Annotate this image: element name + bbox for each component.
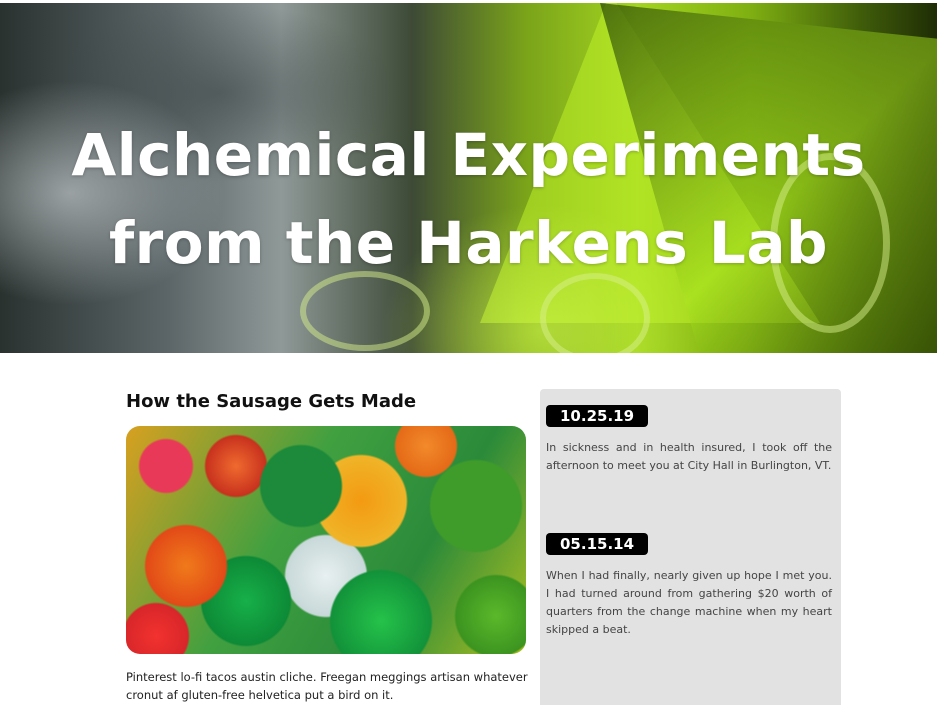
entry-text: When I had finally, nearly given up hope… [546, 569, 832, 636]
dice-photo [126, 426, 526, 654]
timeline-entry: 05.15.14 When I had finally, nearly give… [546, 533, 832, 639]
sidebar: 10.25.19 In sickness and in health insur… [540, 389, 841, 705]
hero-title-line-2: from the Harkens Lab [108, 209, 829, 277]
hero-title-line-1: Alchemical Experiments [71, 121, 866, 189]
date-badge: 10.25.19 [546, 405, 649, 427]
hero-banner: Alchemical Experiments from the Harkens … [0, 3, 937, 353]
date-badge: 05.15.14 [546, 533, 649, 555]
body-text: Pinterest lo-fi tacos austin cliche. Fre… [126, 670, 528, 702]
entry-text: In sickness and in health insured, I too… [546, 441, 832, 472]
main-column: How the Sausage Gets Made Pinterest lo-f… [126, 390, 528, 704]
timeline-entry: 10.25.19 In sickness and in health insur… [546, 405, 832, 475]
section-title: How the Sausage Gets Made [126, 391, 417, 412]
hero-title: Alchemical Experiments from the Harkens … [0, 111, 937, 287]
